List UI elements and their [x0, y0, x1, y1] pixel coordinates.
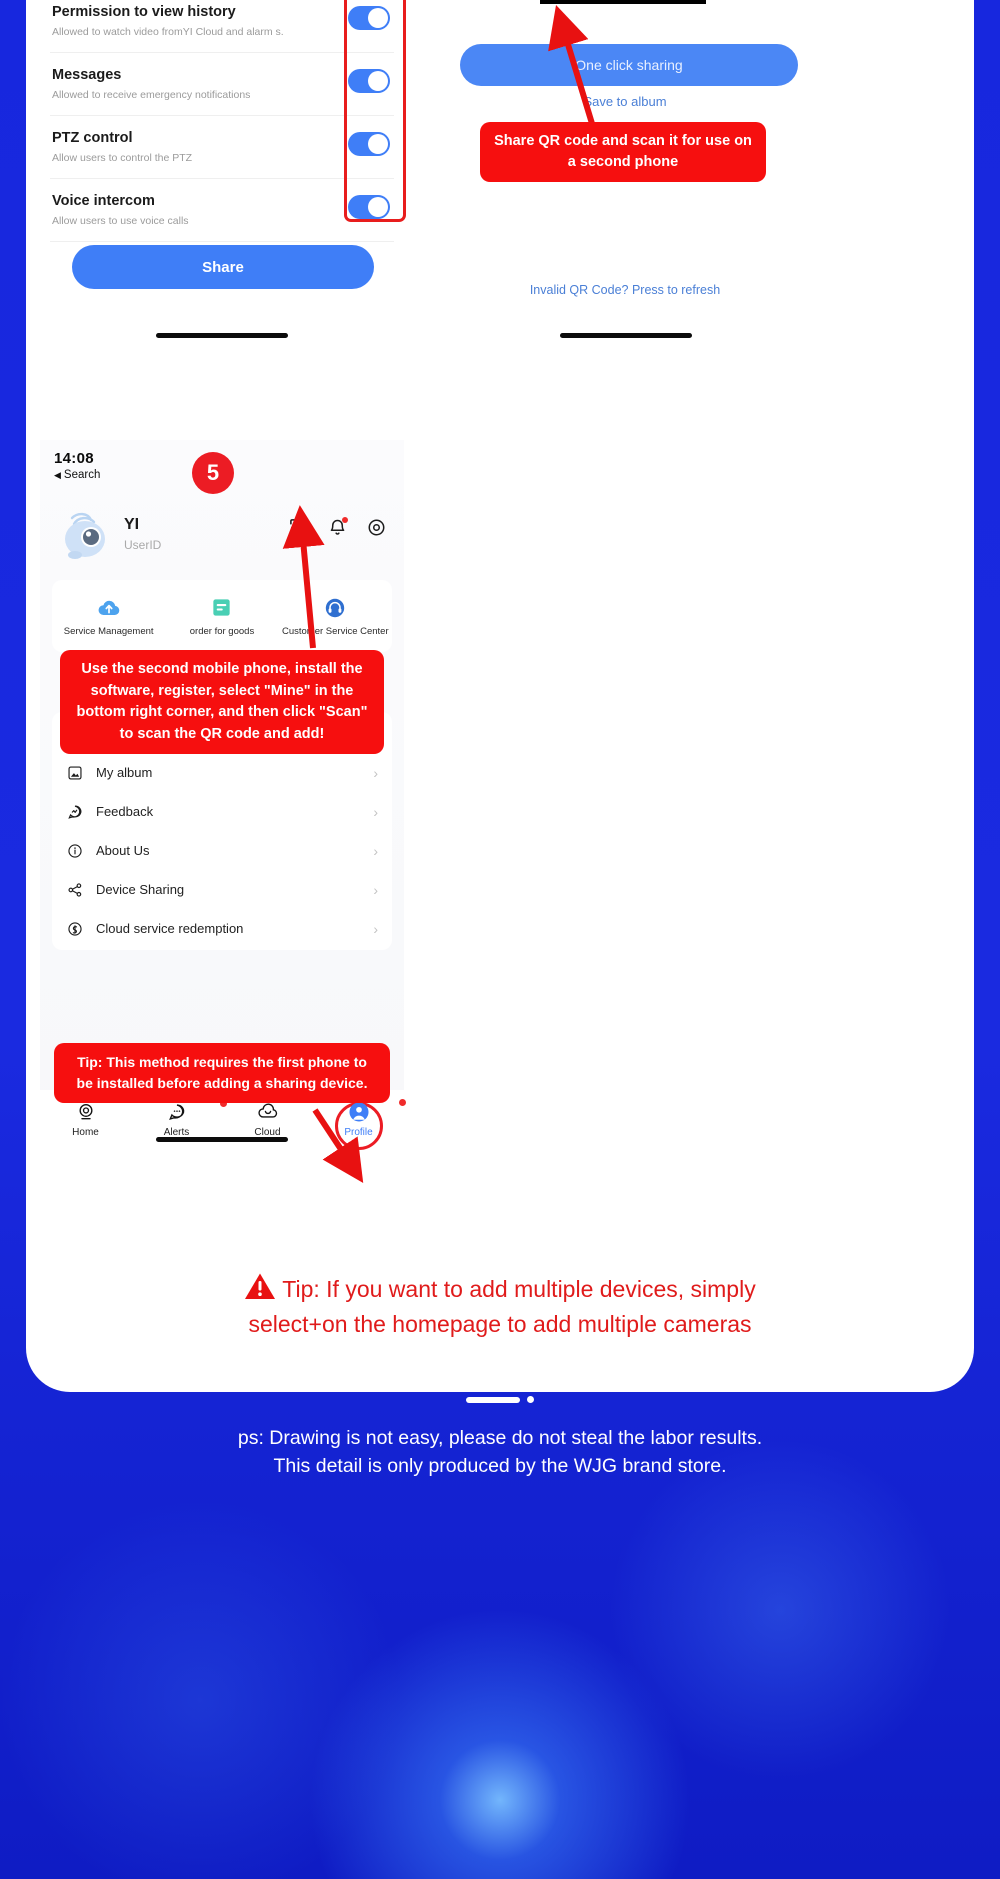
service-item-management[interactable]: Service Management	[52, 595, 165, 638]
order-document-icon	[165, 595, 278, 621]
permission-list: Permission to view history Allowed to wa…	[50, 0, 394, 242]
share-permissions-panel: Permission to view history Allowed to wa…	[40, 0, 406, 350]
one-click-sharing-button[interactable]: One click sharing	[460, 44, 798, 86]
home-indicator	[560, 333, 692, 338]
tab-label: Home	[72, 1127, 99, 1138]
chevron-right-icon: ›	[373, 842, 378, 859]
chevron-right-icon: ›	[373, 764, 378, 781]
tab-home[interactable]: Home	[40, 1100, 131, 1138]
permission-subtitle: Allowed to watch video fromYI Cloud and …	[52, 26, 284, 38]
list-item[interactable]: About Us ›	[52, 831, 392, 870]
headset-icon	[279, 595, 392, 621]
tab-alerts[interactable]: Alerts	[131, 1100, 227, 1138]
share-button[interactable]: Share	[72, 245, 374, 289]
footer-note: ps: Drawing is not easy, please do not s…	[0, 1424, 1000, 1480]
permission-subtitle: Allow users to use voice calls	[52, 215, 189, 227]
bell-icon[interactable]	[328, 517, 348, 537]
tab-cloud[interactable]: Cloud	[222, 1100, 313, 1138]
cloud-upload-icon	[52, 595, 165, 621]
bottom-tip-line2: select+on the homepage to add multiple c…	[248, 1311, 752, 1337]
cloud-icon	[222, 1100, 313, 1124]
back-triangle-icon: ◀	[54, 469, 61, 480]
feedback-icon	[66, 803, 84, 821]
service-label: Customer Service Center	[281, 625, 389, 637]
tab-profile[interactable]: Profile	[313, 1099, 406, 1150]
settings-icon[interactable]	[367, 518, 386, 537]
permission-title: Messages	[52, 67, 122, 83]
service-item-customer-service[interactable]: Customer Service Center	[279, 595, 392, 638]
status-time: 14:08	[54, 450, 94, 467]
info-icon	[66, 842, 84, 860]
profile-name: YI	[124, 516, 140, 533]
list-item[interactable]: My album ›	[52, 753, 392, 792]
indicator-bar	[466, 1396, 520, 1403]
carousel-indicator[interactable]	[466, 1396, 534, 1403]
table-row[interactable]: Permission to view history Allowed to wa…	[50, 0, 394, 53]
services-card: Service Management order for goods Custo…	[52, 580, 392, 652]
notification-badge-dot	[342, 517, 348, 523]
scan-icon[interactable]	[289, 518, 308, 537]
table-row[interactable]: Messages Allowed to receive emergency no…	[50, 53, 394, 116]
camera-icon	[40, 1100, 131, 1124]
callout-tip-instruction: Tip: This method requires the first phon…	[54, 1043, 390, 1103]
menu-label: Cloud service redemption	[96, 921, 244, 936]
list-item[interactable]: Device Sharing ›	[52, 870, 392, 909]
footer-line1: ps: Drawing is not easy, please do not s…	[237, 1427, 763, 1449]
table-row[interactable]: Voice intercom Allow users to use voice …	[50, 179, 394, 242]
list-item[interactable]: Cloud service redemption ›	[52, 909, 392, 948]
qr-code-area	[540, 0, 706, 4]
profile-icon	[313, 1099, 406, 1124]
toggles-highlight-box	[344, 0, 406, 222]
warning-icon	[244, 1272, 276, 1309]
profile-header: YI UserID	[40, 502, 404, 572]
home-indicator	[156, 333, 288, 338]
menu-label: Feedback	[96, 804, 154, 819]
invalid-qr-refresh-link[interactable]: Invalid QR Code? Press to refresh	[452, 283, 798, 297]
save-to-album-link[interactable]: Save to album	[452, 94, 798, 109]
footer-line2: This detail is only produced by the WJG …	[273, 1455, 727, 1477]
home-indicator	[156, 1137, 288, 1142]
chat-bubble-icon	[131, 1100, 227, 1124]
list-item[interactable]: Feedback ›	[52, 792, 392, 831]
avatar[interactable]	[58, 508, 114, 564]
menu-label: About Us	[96, 843, 150, 858]
indicator-dot	[527, 1396, 534, 1403]
service-label: order for goods	[189, 625, 255, 637]
service-label: Service Management	[63, 625, 154, 637]
permission-title: Voice intercom	[52, 193, 155, 209]
bottom-tip: Tip: If you want to add multiple devices…	[0, 1272, 1000, 1340]
status-bar: 14:08 ◀ Search	[54, 450, 100, 481]
table-row[interactable]: PTZ control Allow users to control the P…	[50, 116, 394, 179]
header-icon-group	[289, 517, 386, 537]
back-to-search[interactable]: ◀ Search	[54, 469, 100, 481]
share-icon	[66, 881, 84, 899]
chevron-right-icon: ›	[373, 881, 378, 898]
menu-label: My album	[96, 765, 153, 780]
permission-subtitle: Allowed to receive emergency notificatio…	[52, 89, 251, 101]
permission-title: Permission to view history	[52, 4, 236, 20]
photo-icon	[66, 764, 84, 782]
permission-subtitle: Allow users to control the PTZ	[52, 152, 193, 164]
chevron-right-icon: ›	[373, 803, 378, 820]
callout-mine-instruction: Use the second mobile phone, install the…	[60, 650, 384, 754]
step-number-badge: 5	[192, 452, 234, 494]
permission-title: PTZ control	[52, 130, 133, 146]
service-item-orders[interactable]: order for goods	[165, 595, 278, 638]
coupon-icon	[66, 920, 84, 938]
profile-badge-dot	[399, 1099, 406, 1106]
menu-label: Device Sharing	[96, 882, 185, 897]
back-label: Search	[63, 469, 101, 481]
bottom-tip-line1: Tip: If you want to add multiple devices…	[282, 1276, 756, 1302]
callout-qr-instruction: Share QR code and scan it for use on a s…	[480, 122, 766, 182]
profile-userid: UserID	[124, 538, 162, 552]
chevron-right-icon: ›	[373, 920, 378, 937]
